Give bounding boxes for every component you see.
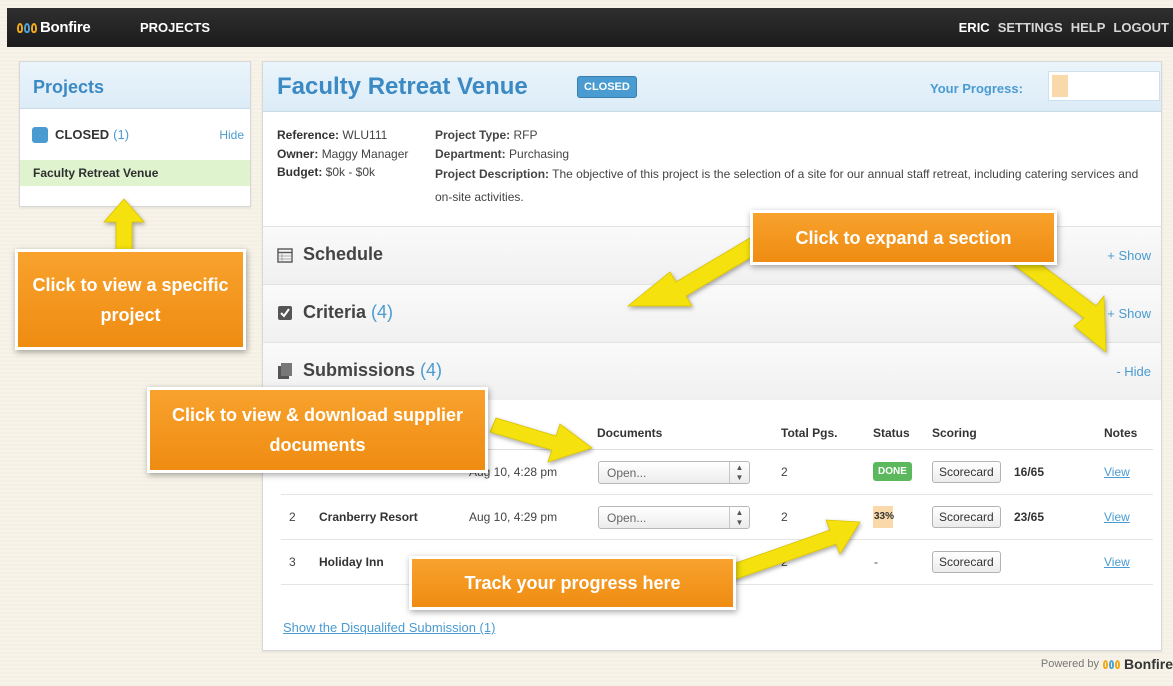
supplier-name[interactable]: Holiday Inn (319, 555, 384, 569)
sidebar-project-item[interactable]: Faculty Retreat Venue (20, 160, 250, 186)
select-arrows-icon: ▲ ▼ (729, 462, 749, 483)
schedule-title: Schedule (303, 244, 383, 265)
header-status: Status (873, 426, 910, 440)
nav-projects[interactable]: PROJECTS (140, 8, 210, 47)
sidebar-header: Projects (20, 62, 250, 109)
criteria-section[interactable]: Criteria (4) + Show (263, 284, 1161, 342)
progress-bar (1048, 71, 1160, 101)
view-notes-link[interactable]: View (1104, 555, 1130, 569)
powered-by-logo: Bonfire (1124, 656, 1173, 672)
dept-label: Department: (435, 146, 506, 161)
supplier-name[interactable]: Cranberry Resort (319, 510, 418, 524)
status-progress: 33% (873, 506, 894, 528)
top-navigation-bar: Bonfire PROJECTS ERIC SETTINGS HELP LOGO… (7, 8, 1173, 47)
submissions-title: Submissions (4) (303, 360, 442, 381)
reference-value: WLU111 (342, 128, 388, 142)
logo-text: Bonfire (40, 19, 91, 36)
type-label: Project Type: (435, 128, 511, 142)
header-documents: Documents (597, 426, 663, 440)
scorecard-button[interactable]: Scorecard (932, 506, 1001, 528)
total-pages: 2 (781, 555, 788, 569)
submissions-title-text: Submissions (303, 360, 416, 380)
row-number: 2 (289, 510, 296, 524)
submission-date: Aug 10, 4:29 pm (469, 510, 558, 524)
project-info-left: Reference: WLU111 Owner: Maggy Manager B… (277, 126, 408, 182)
documents-select-value: Open... (607, 466, 647, 480)
submissions-count: (4) (420, 360, 443, 380)
nav-user[interactable]: ERIC (959, 20, 990, 35)
desc-label: Project Description: (435, 167, 550, 181)
project-header: Faculty Retreat Venue CLOSED Your Progre… (263, 62, 1161, 112)
scorecard-button[interactable]: Scorecard (932, 551, 1001, 573)
criteria-title: Criteria (4) (303, 302, 393, 323)
powered-by: Powered by Bonfire (1041, 656, 1173, 672)
total-pages: 2 (781, 465, 788, 479)
project-info-right: Project Type: RFP Department: Purchasing… (435, 126, 1155, 209)
calendar-icon (277, 248, 293, 263)
nav-logout[interactable]: LOGOUT (1113, 20, 1169, 35)
header-notes: Notes (1104, 426, 1138, 440)
criteria-title-text: Criteria (303, 302, 367, 322)
documents-icon (278, 363, 292, 379)
budget-label: Budget: (277, 165, 323, 179)
status-group-closed: CLOSED (1) Hide (20, 109, 250, 160)
project-status-badge: CLOSED (577, 76, 637, 98)
score-value: 16/65 (1014, 465, 1045, 479)
criteria-count: (4) (371, 302, 394, 322)
flame-icon (1103, 659, 1120, 669)
projects-sidebar: Projects CLOSED (1) Hide Faculty Retreat… (19, 61, 251, 207)
documents-select[interactable]: Open... ▲ ▼ (598, 506, 750, 529)
score-value: 23/65 (1014, 510, 1045, 524)
user-menu: ERIC SETTINGS HELP LOGOUT (959, 8, 1173, 47)
callout-download-documents: Click to view & download supplier docume… (147, 387, 488, 473)
nav-help[interactable]: HELP (1071, 20, 1106, 35)
owner-label: Owner: (277, 146, 319, 161)
type-value: RFP (513, 128, 538, 142)
status-empty: - (874, 555, 878, 569)
status-badge-done: DONE (873, 462, 912, 481)
hide-group-link[interactable]: Hide (219, 128, 244, 142)
submissions-toggle[interactable]: - Hide (1116, 364, 1151, 379)
row-number: 3 (289, 555, 296, 569)
reference-label: Reference: (277, 128, 340, 142)
flame-icon (17, 22, 37, 33)
powered-by-text: Powered by (1040, 658, 1099, 670)
select-arrows-icon: ▲ ▼ (729, 507, 749, 528)
closed-status-icon (32, 126, 48, 143)
schedule-toggle[interactable]: + Show (1107, 248, 1151, 263)
owner-value: Maggy Manager (321, 146, 409, 161)
budget-value: $0k - $0k (325, 165, 376, 179)
dept-value: Purchasing (509, 146, 570, 161)
progress-label: Your Progress: (930, 81, 1023, 96)
callout-track-progress: Track your progress here (409, 556, 736, 610)
view-notes-link[interactable]: View (1104, 510, 1130, 524)
nav-settings[interactable]: SETTINGS (998, 20, 1063, 35)
callout-expand-section: Click to expand a section (750, 210, 1057, 265)
schedule-title-text: Schedule (303, 244, 384, 264)
criteria-toggle[interactable]: + Show (1107, 306, 1151, 321)
bonfire-logo[interactable]: Bonfire (7, 8, 128, 47)
callout-view-project: Click to view a specific project (15, 249, 246, 350)
status-group-count: (1) (113, 127, 130, 142)
header-pages: Total Pgs. (781, 426, 838, 440)
view-notes-link[interactable]: View (1104, 465, 1130, 479)
header-scoring: Scoring (932, 426, 977, 440)
table-row: 2 Cranberry Resort Aug 10, 4:29 pm Open.… (281, 495, 1153, 540)
project-title: Faculty Retreat Venue (277, 73, 528, 100)
total-pages: 2 (781, 510, 788, 524)
show-disqualified-link[interactable]: Show the Disqualifed Submission (1) (283, 620, 495, 635)
progress-bar-fill (1052, 75, 1068, 97)
documents-select-value: Open... (607, 511, 647, 525)
status-group-label: CLOSED (55, 127, 110, 142)
checkbox-icon (278, 306, 292, 320)
sidebar-title: Projects (33, 77, 105, 97)
documents-select[interactable]: Open... ▲ ▼ (598, 461, 750, 484)
scorecard-button[interactable]: Scorecard (932, 461, 1001, 483)
